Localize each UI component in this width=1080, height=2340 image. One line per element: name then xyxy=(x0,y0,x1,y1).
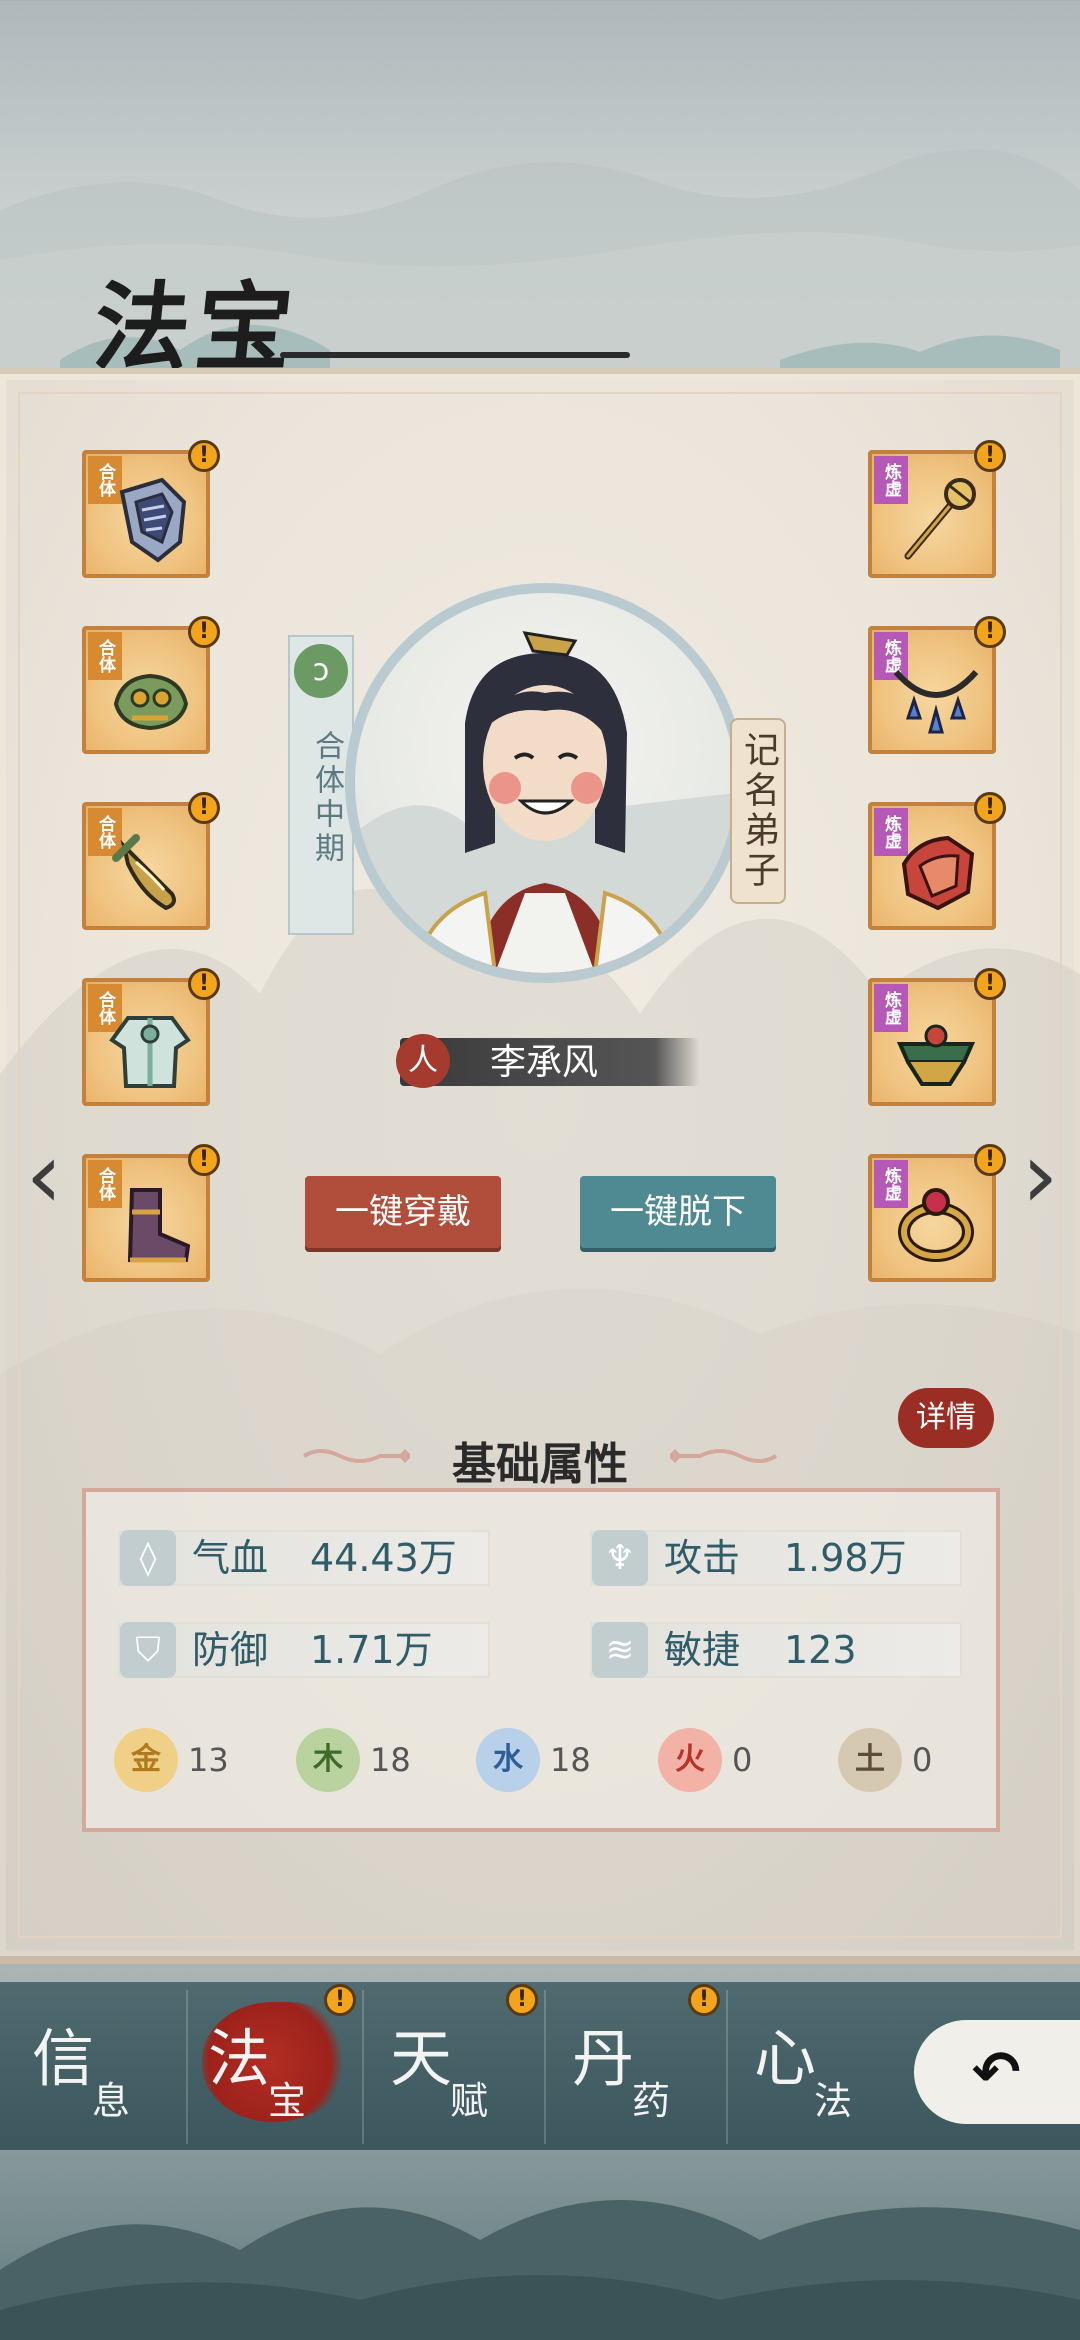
race-badge: 人 xyxy=(396,1034,450,1088)
tab-label-main: 信 xyxy=(32,2022,95,2095)
alert-icon: ! xyxy=(188,792,220,824)
realm-swirl-icon: ↄ xyxy=(290,640,352,702)
element-fire-icon: 火 xyxy=(658,1728,722,1792)
character-portrait[interactable] xyxy=(345,583,745,983)
alert-icon: ! xyxy=(974,1144,1006,1176)
stat-value: 1.71万 xyxy=(310,1628,433,1672)
alert-icon: ! xyxy=(974,616,1006,648)
bottom-mountains xyxy=(0,2200,1080,2340)
beast-guard-icon xyxy=(113,673,189,731)
element-metal-icon: 金 xyxy=(114,1728,178,1792)
prev-character-arrow[interactable]: ‹ xyxy=(14,1128,74,1224)
stat-label: 气血 xyxy=(192,1536,269,1580)
tab-treasure[interactable]: 法 宝 ! xyxy=(186,1984,364,2144)
breastplate-icon xyxy=(119,477,187,563)
realm-label: 合体中期 xyxy=(309,730,344,866)
attack-icon: ♆ xyxy=(592,1530,648,1586)
element-wood-value: 18 xyxy=(370,1741,411,1779)
tab-label-sub: 法 xyxy=(814,2079,853,2123)
tab-label-main: 天 xyxy=(390,2022,453,2095)
equip-slot-left-1[interactable]: 合体 ! xyxy=(82,440,220,578)
red-armor-icon xyxy=(901,835,975,911)
tab-label-main: 丹 xyxy=(572,2022,635,2095)
back-button[interactable]: ↶ xyxy=(914,2020,1080,2124)
robe-icon xyxy=(109,1016,191,1088)
character-name: 李承风 xyxy=(490,1042,599,1083)
tab-pills[interactable]: 丹 药 ! xyxy=(550,1984,728,2144)
equip-slot-left-5[interactable]: 合体 ! xyxy=(82,1144,220,1282)
stat-label: 攻击 xyxy=(664,1536,741,1580)
tab-label-main: 法 xyxy=(208,2022,271,2095)
tab-cultivation-method[interactable]: 心 法 xyxy=(732,1990,908,2144)
equip-slot-right-3[interactable]: 炼虚 ! xyxy=(868,792,1006,930)
equip-slot-right-2[interactable]: 炼虚 ! xyxy=(868,616,1006,754)
boots-icon xyxy=(127,1188,191,1263)
stat-value: 44.43万 xyxy=(310,1536,457,1580)
equip-slot-right-5[interactable]: 炼虚 ! xyxy=(868,1144,1006,1282)
alert-icon: ! xyxy=(324,1984,356,2016)
equip-slot-right-4[interactable]: 炼虚 ! xyxy=(868,968,1006,1106)
ring-icon xyxy=(898,1188,974,1262)
wear-all-button[interactable]: 一键穿戴 xyxy=(305,1176,501,1248)
tab-label-main: 心 xyxy=(754,2022,817,2095)
wind-wing-icon: ≋ xyxy=(592,1622,648,1678)
stat-value: 123 xyxy=(784,1628,857,1672)
alert-icon: ! xyxy=(974,968,1006,1000)
equip-slot-left-3[interactable]: 合体 ! xyxy=(82,792,220,930)
next-character-arrow[interactable]: › xyxy=(1010,1128,1070,1224)
remove-all-button[interactable]: 一键脱下 xyxy=(580,1176,776,1248)
tab-label-sub: 宝 xyxy=(268,2079,307,2123)
disciple-rank-tag: 记名弟子 xyxy=(730,718,786,904)
alert-icon: ! xyxy=(188,440,220,472)
staff-icon xyxy=(904,478,976,560)
alert-icon: ! xyxy=(974,440,1006,472)
equip-slot-left-4[interactable]: 合体 ! xyxy=(82,968,220,1106)
alert-icon: ! xyxy=(688,1984,720,2016)
shield-icon: ⛉ xyxy=(120,1622,176,1678)
alert-icon: ! xyxy=(188,616,220,648)
alert-icon: ! xyxy=(188,968,220,1000)
element-water-icon: 水 xyxy=(476,1728,540,1792)
tab-label-sub: 药 xyxy=(632,2079,671,2123)
alert-icon: ! xyxy=(188,1144,220,1176)
necklace-icon xyxy=(893,670,979,734)
stat-label: 敏捷 xyxy=(664,1628,741,1672)
element-fire-value: 0 xyxy=(732,1741,753,1779)
helmet-icon xyxy=(896,1024,976,1086)
alert-icon: ! xyxy=(974,792,1006,824)
tab-label-sub: 息 xyxy=(92,2079,131,2123)
stat-label: 防御 xyxy=(192,1628,269,1672)
title-underline xyxy=(280,352,630,358)
element-wood-icon: 木 xyxy=(296,1728,360,1792)
details-button[interactable]: 详情 xyxy=(898,1388,994,1448)
element-earth-value: 0 xyxy=(912,1741,933,1779)
character-avatar xyxy=(355,631,735,973)
blood-drop-icon: ◊ xyxy=(120,1530,176,1586)
equip-slot-left-2[interactable]: 合体 ! xyxy=(82,616,220,754)
tab-talent[interactable]: 天 赋 ! xyxy=(368,1984,546,2144)
stat-value: 1.98万 xyxy=(784,1536,907,1580)
dagger-icon xyxy=(112,834,176,911)
tab-info[interactable]: 信 息 xyxy=(10,1990,188,2144)
equip-slot-right-1[interactable]: 炼虚 ! xyxy=(868,440,1006,578)
element-metal-value: 13 xyxy=(188,1741,229,1779)
tab-label-sub: 赋 xyxy=(450,2079,489,2123)
alert-icon: ! xyxy=(506,1984,538,2016)
element-earth-icon: 土 xyxy=(838,1728,902,1792)
element-water-value: 18 xyxy=(550,1741,591,1779)
attributes-title: 基础属性 xyxy=(452,1439,628,1490)
